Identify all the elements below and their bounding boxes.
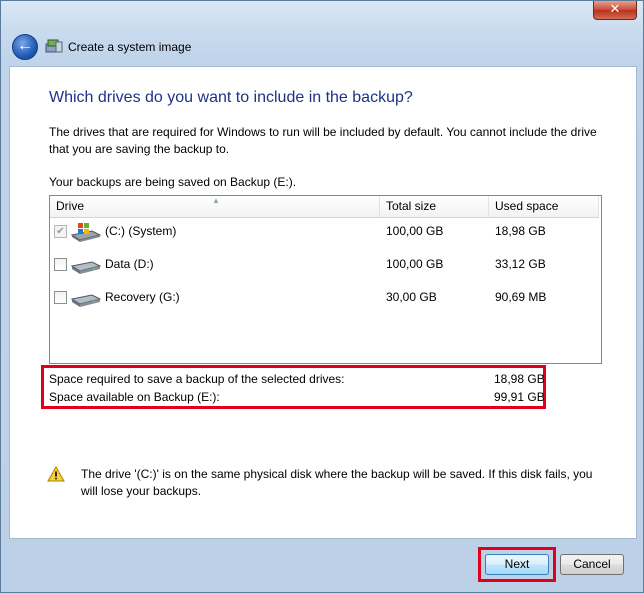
sort-arrow-icon: ▲ (212, 196, 220, 205)
window-title: Create a system image (68, 40, 192, 54)
list-header: Drive ▲ Total size Used space (50, 196, 599, 218)
page-heading: Which drives do you want to include in t… (49, 89, 413, 106)
table-row[interactable]: Data (D:) 100,00 GB 33,12 GB (50, 251, 599, 281)
drive-list[interactable]: Drive ▲ Total size Used space ✔ (C:) (Sy… (49, 195, 602, 364)
table-row[interactable]: Recovery (G:) 30,00 GB 90,69 MB (50, 284, 599, 314)
drive-used-space: 33,12 GB (495, 257, 546, 271)
dialog-window: ✕ ← Create a system image Which drives d… (0, 0, 644, 593)
windows-drive-icon (70, 223, 102, 242)
warning-icon (47, 466, 65, 482)
table-row[interactable]: ✔ (C:) (System) 100,00 GB 18,98 GB (50, 218, 599, 248)
description-text: The drives that are required for Windows… (49, 125, 597, 156)
close-button[interactable]: ✕ (593, 1, 637, 20)
column-header-total-size[interactable]: Total size (380, 196, 489, 217)
content-panel: Which drives do you want to include in t… (9, 66, 637, 539)
cancel-button[interactable]: Cancel (560, 554, 624, 575)
drive-total-size: 100,00 GB (386, 257, 444, 271)
warning-text: The drive '(C:)' is on the same physical… (81, 467, 593, 498)
hard-drive-icon (70, 261, 102, 274)
drive-total-size: 100,00 GB (386, 224, 444, 238)
back-button[interactable]: ← (12, 34, 38, 60)
backup-destination-text: Your backups are being saved on Backup (… (49, 175, 297, 189)
drive-total-size: 30,00 GB (386, 290, 437, 304)
drive-checkbox[interactable] (54, 258, 67, 271)
drive-used-space: 90,69 MB (495, 290, 547, 304)
space-required-value: 18,98 GB (494, 372, 545, 386)
drive-used-space: 18,98 GB (495, 224, 546, 238)
next-button[interactable]: Next (485, 554, 549, 575)
space-available-value: 99,91 GB (494, 390, 545, 404)
drive-name: Data (D:) (105, 257, 154, 271)
backup-icon (45, 39, 63, 53)
drive-name: Recovery (G:) (105, 290, 180, 304)
space-required-label: Space required to save a backup of the s… (49, 372, 345, 386)
hard-drive-icon (70, 294, 102, 307)
space-available-label: Space available on Backup (E:): (49, 390, 220, 404)
column-header-used-space[interactable]: Used space (489, 196, 599, 217)
drive-checkbox: ✔ (54, 225, 67, 238)
drive-name: (C:) (System) (105, 224, 177, 238)
drive-checkbox[interactable] (54, 291, 67, 304)
